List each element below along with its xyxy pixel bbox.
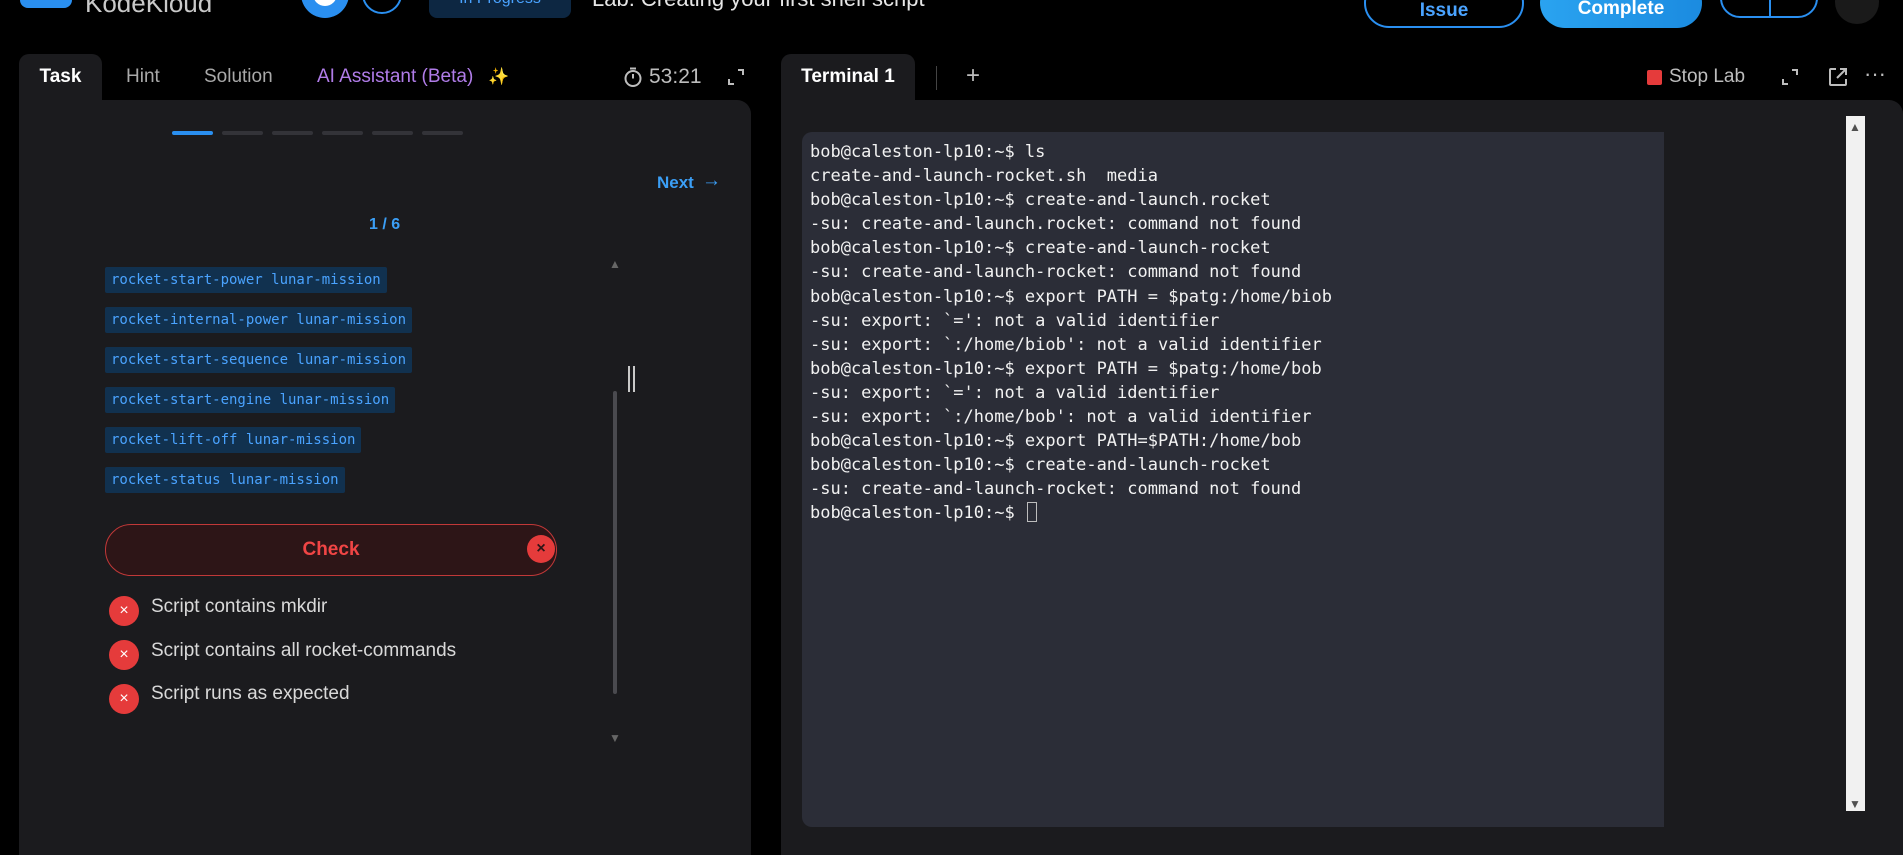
tab-terminal-1[interactable]: Terminal 1 xyxy=(781,54,915,100)
step-counter: 1 / 6 xyxy=(369,216,401,233)
user-avatar-button[interactable] xyxy=(301,0,349,18)
open-external-icon[interactable] xyxy=(1827,66,1849,88)
terminal-container: bob@caleston-lp10:~$ ls create-and-launch… xyxy=(781,100,1903,855)
terminal-line: -su: export: `:/home/biob': not a valid … xyxy=(810,334,1322,355)
stop-square-icon[interactable] xyxy=(1647,70,1662,85)
terminal-line: create-and-launch-rocket.sh media xyxy=(810,166,1158,187)
more-options-icon[interactable]: ··· xyxy=(1864,62,1894,86)
report-issue-button[interactable]: Issue xyxy=(1364,0,1524,28)
terminal-line: -su: export: `=': not a valid identifier xyxy=(810,310,1220,331)
terminal-line: -su: export: `=': not a valid identifier xyxy=(810,382,1220,403)
tab-solution[interactable]: Solution xyxy=(204,54,273,100)
stopwatch-icon xyxy=(624,67,642,87)
step-indicator[interactable] xyxy=(422,131,463,135)
next-step-button[interactable]: Next xyxy=(657,173,694,193)
close-circle-icon: × xyxy=(527,535,555,563)
scrollbar-thumb[interactable] xyxy=(613,391,617,694)
complete-button[interactable]: Complete xyxy=(1540,0,1702,28)
task-tabbar: Task Hint Solution AI Assistant (Beta) ✨… xyxy=(19,54,751,100)
tab-divider xyxy=(936,66,937,90)
command-chip: rocket-internal-power lunar-mission xyxy=(105,307,413,333)
terminal-line: -su: create-and-launch.rocket: command n… xyxy=(810,214,1302,235)
command-chip: rocket-lift-off lunar-mission xyxy=(105,427,362,453)
tab-ai-assistant[interactable]: AI Assistant (Beta) xyxy=(317,54,473,100)
tab-task[interactable]: Task xyxy=(19,54,102,100)
task-panel: Task Hint Solution AI Assistant (Beta) ✨… xyxy=(19,54,751,855)
magic-wand-icon: ✨ xyxy=(488,67,510,86)
terminal-scrollbar[interactable] xyxy=(1846,116,1865,811)
step-indicator[interactable] xyxy=(272,131,313,135)
check-result-text: Script runs as expected xyxy=(151,683,350,704)
expand-icon[interactable] xyxy=(1781,68,1799,86)
step-indicator[interactable] xyxy=(372,131,413,135)
scroll-down-arrow-icon[interactable]: ▼ xyxy=(1849,797,1861,811)
scroll-up-arrow-icon[interactable]: ▲ xyxy=(609,257,621,271)
prev-next-lab-buttons[interactable] xyxy=(1720,0,1818,18)
terminal-line: -su: export: `:/home/bob': not a valid i… xyxy=(810,407,1312,428)
check-result-text: Script contains mkdir xyxy=(151,596,328,617)
panel-resize-handle[interactable] xyxy=(628,366,636,392)
arrow-right-icon[interactable]: → xyxy=(702,170,721,192)
stop-lab-button[interactable]: Stop Lab xyxy=(1669,54,1745,100)
fail-x-icon: × xyxy=(109,596,139,626)
terminal-line: bob@caleston-lp10:~$ create-and-launch.r… xyxy=(810,190,1271,211)
brand-name: KodeKloud xyxy=(85,0,213,18)
terminal-line: bob@caleston-lp10:~$ export PATH=$PATH:/… xyxy=(810,431,1302,452)
terminal-line: -su: create-and-launch-rocket: command n… xyxy=(810,479,1302,500)
tab-hint[interactable]: Hint xyxy=(126,54,160,100)
command-chip: rocket-status lunar-mission xyxy=(105,467,345,493)
terminal-cursor xyxy=(1026,502,1037,523)
status-badge: In Progress xyxy=(429,0,571,18)
command-chip: rocket-start-sequence lunar-mission xyxy=(105,347,413,373)
check-result-text: Script contains all rocket-commands xyxy=(151,640,457,661)
terminal-line: bob@caleston-lp10:~$ export PATH = $patg… xyxy=(810,358,1322,379)
terminal-line: bob@caleston-lp10:~$ create-and-launch-r… xyxy=(810,455,1271,476)
lab-timer: 53:21 xyxy=(649,65,702,88)
terminal-prompt: bob@caleston-lp10:~$ xyxy=(810,503,1025,524)
step-indicator[interactable] xyxy=(322,131,363,135)
menu-circle-button[interactable] xyxy=(362,0,402,14)
terminal-screen[interactable]: bob@caleston-lp10:~$ ls create-and-launch… xyxy=(802,132,1664,827)
terminal-line: -su: create-and-launch-rocket: command n… xyxy=(810,262,1302,283)
step-indicator[interactable] xyxy=(222,131,263,135)
scroll-down-arrow-icon[interactable]: ▼ xyxy=(609,731,621,745)
terminal-line: bob@caleston-lp10:~$ create-and-launch-r… xyxy=(810,238,1271,259)
fail-x-icon: × xyxy=(109,640,139,670)
terminal-panel: Terminal 1 + Stop Lab ··· bob@caleston-l… xyxy=(781,54,1903,855)
lab-title: Lab: Creating your first shell script xyxy=(592,0,925,12)
top-bar: KodeKloud In Progress Lab: Creating your… xyxy=(0,0,1903,30)
settings-icon[interactable] xyxy=(1835,0,1879,24)
command-chip: rocket-start-power lunar-mission xyxy=(105,267,387,293)
terminal-output: bob@caleston-lp10:~$ ls create-and-launch… xyxy=(810,140,1332,526)
terminal-line: bob@caleston-lp10:~$ ls xyxy=(810,142,1046,162)
kodekloud-logo-icon xyxy=(20,0,72,8)
expand-icon[interactable] xyxy=(727,68,745,86)
add-terminal-plus-icon[interactable]: + xyxy=(961,64,985,88)
command-chip: rocket-start-engine lunar-mission xyxy=(105,387,396,413)
task-content: Next → 1 / 6 rocket-start-power lunar-mi… xyxy=(19,100,751,855)
fail-x-icon: × xyxy=(109,684,139,714)
terminal-line: bob@caleston-lp10:~$ export PATH = $patg… xyxy=(810,286,1332,307)
terminal-prompt-line[interactable]: bob@caleston-lp10:~$ xyxy=(810,501,1332,525)
scroll-up-arrow-icon[interactable]: ▲ xyxy=(1849,120,1861,134)
step-indicator[interactable] xyxy=(172,131,213,135)
check-button[interactable]: Check xyxy=(105,524,557,576)
